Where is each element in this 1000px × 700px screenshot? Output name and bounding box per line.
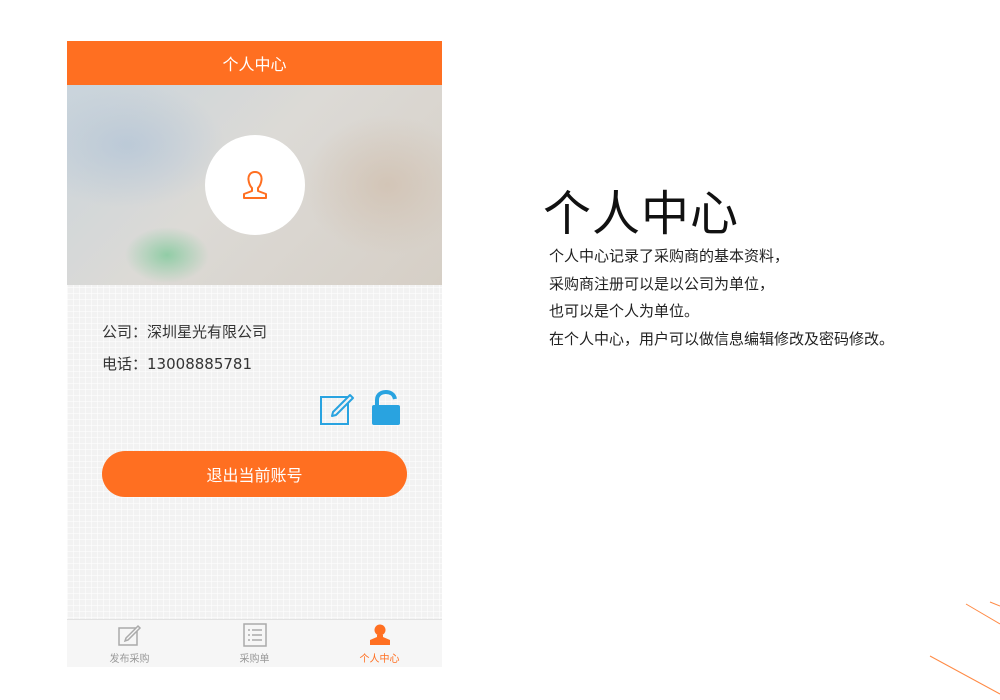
- phone-screen: 个人中心 公司：深圳星光有限公司 电话：13008885781 退出当前账号 发…: [67, 41, 442, 667]
- header-bar: 个人中心: [67, 41, 442, 85]
- decorative-lines: [929, 601, 1000, 695]
- description-line: 采购商注册可以是以公司为单位，: [549, 274, 775, 293]
- bottom-tab-bar: 发布采购 采购单 个人中心: [67, 619, 442, 667]
- phone-value: 13008885781: [147, 355, 252, 373]
- person-icon: [369, 624, 390, 645]
- change-password-button[interactable]: [369, 389, 403, 426]
- page-title: 个人中心: [222, 55, 287, 74]
- description-line: 个人中心记录了采购商的基本资料，: [549, 247, 790, 265]
- tab-publish-purchase[interactable]: 发布采购: [67, 620, 192, 667]
- tab-label: 采购单: [239, 654, 270, 665]
- tab-purchase-order[interactable]: 采购单: [192, 620, 317, 667]
- edit-icon: [320, 394, 354, 425]
- edit-icon: [117, 624, 141, 646]
- logout-button[interactable]: 退出当前账号: [102, 451, 407, 497]
- avatar[interactable]: [205, 135, 305, 235]
- list-icon: [242, 623, 267, 647]
- feature-description: 个人中心记录了采购商的基本资料， 采购商注册可以是以公司为单位， 也可以是个人为…: [549, 243, 894, 353]
- description-line: 在个人中心，用户可以做信息编辑修改及密码修改。: [549, 329, 895, 348]
- user-icon: [243, 171, 267, 199]
- feature-title: 个人中心: [543, 186, 740, 242]
- tab-label: 个人中心: [359, 654, 400, 665]
- tab-label: 发布采购: [109, 654, 150, 665]
- phone-label: 电话：: [102, 355, 148, 373]
- unlock-icon: [372, 389, 400, 425]
- description-line: 也可以是个人为单位。: [549, 302, 700, 320]
- company-value: 深圳星光有限公司: [147, 323, 268, 341]
- company-info: 公司：深圳星光有限公司: [102, 321, 267, 342]
- tab-personal-center[interactable]: 个人中心: [317, 620, 442, 667]
- phone-info: 电话：13008885781: [102, 353, 252, 374]
- profile-banner: [67, 85, 442, 285]
- company-label: 公司：: [102, 323, 148, 341]
- edit-info-button[interactable]: [319, 390, 355, 426]
